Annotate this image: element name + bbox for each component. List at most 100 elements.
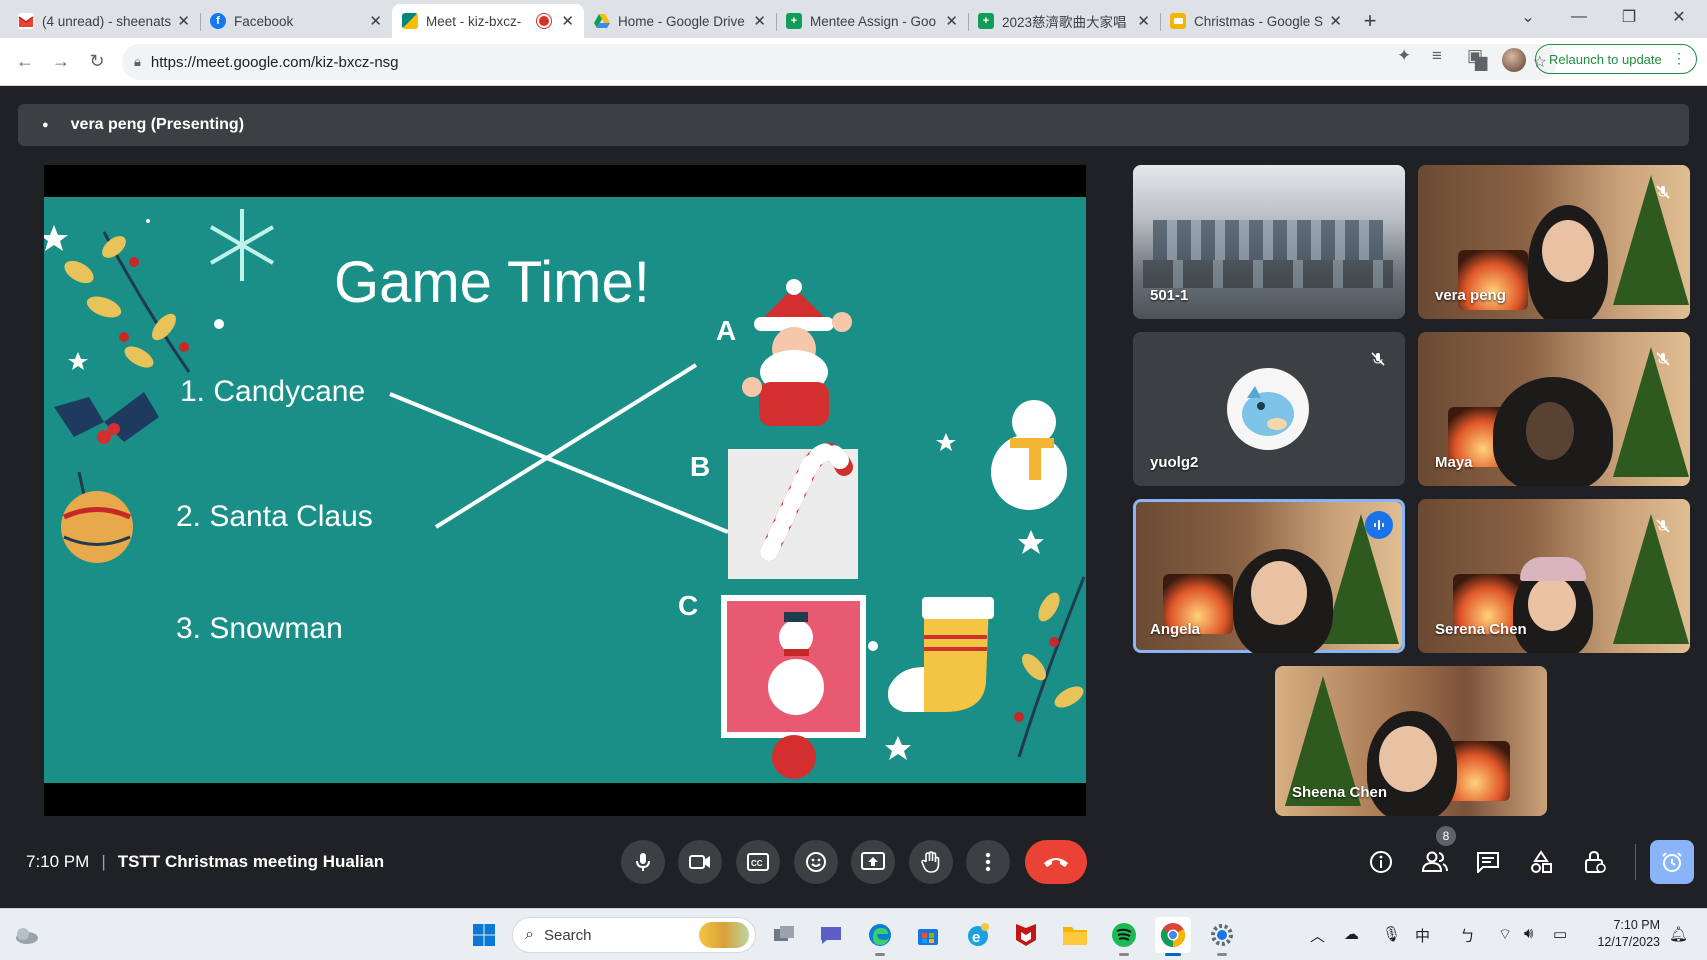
clock-time: 7:10 PM xyxy=(1613,918,1660,932)
file-explorer-icon[interactable] xyxy=(1057,917,1093,953)
settings-icon[interactable] xyxy=(1204,917,1240,956)
chevron-up-icon[interactable]: ︿ xyxy=(1310,925,1325,946)
captions-button[interactable]: CC xyxy=(736,840,780,884)
meet-icon xyxy=(402,13,418,29)
lock-person-icon xyxy=(1585,850,1606,873)
close-icon[interactable]: ✕ xyxy=(1137,12,1150,30)
back-icon[interactable]: ← xyxy=(8,45,42,79)
restore-button[interactable]: ❐ xyxy=(1606,0,1652,34)
microphone-tray-icon[interactable]: 🎙︎ xyxy=(1382,925,1401,943)
participant-name: Sheena Chen xyxy=(1292,784,1388,801)
participant-tile[interactable]: Sheena Chen xyxy=(1275,666,1547,816)
ime-language-indicator[interactable]: 中 xyxy=(1415,925,1430,946)
participant-tile[interactable]: Maya xyxy=(1418,332,1690,486)
spotify-icon[interactable] xyxy=(1106,917,1142,956)
windows-taskbar: ⌕ Search e ︿ ☁ 🎙︎ 中 ㄅ ⌔ 🔊︎ ▭ 7:10 PM 12/… xyxy=(0,908,1707,960)
speaking-indicator-icon xyxy=(1365,511,1393,539)
microsoft-store-icon[interactable] xyxy=(910,917,946,953)
participant-tile[interactable]: 501-1 xyxy=(1133,165,1405,319)
chat-button[interactable] xyxy=(1470,844,1506,880)
reload-icon[interactable]: ↻ xyxy=(80,45,114,79)
participant-tile[interactable]: Angela xyxy=(1133,499,1405,653)
microphone-button[interactable] xyxy=(621,840,665,884)
wifi-icon[interactable]: ⌔ xyxy=(1498,925,1512,944)
close-icon[interactable]: ✕ xyxy=(369,12,382,30)
host-controls-button[interactable] xyxy=(1577,844,1613,880)
tab-title: Christmas - Google S xyxy=(1194,13,1324,29)
santa-claus-icon xyxy=(742,279,852,426)
close-icon[interactable]: ✕ xyxy=(561,12,574,30)
camera-button[interactable] xyxy=(678,840,722,884)
participant-tile[interactable]: vera peng xyxy=(1418,165,1690,319)
battery-icon[interactable]: ▭ xyxy=(1553,925,1567,943)
present-screen-icon xyxy=(861,852,885,870)
people-button[interactable] xyxy=(1417,844,1453,880)
leave-call-button[interactable] xyxy=(1025,840,1087,884)
participant-tile[interactable]: Serena Chen xyxy=(1418,499,1690,653)
mcafee-icon[interactable] xyxy=(1008,917,1044,953)
tab-title: Facebook xyxy=(234,13,294,29)
close-window-button[interactable]: ✕ xyxy=(1656,0,1702,34)
close-icon[interactable]: ✕ xyxy=(177,12,190,30)
meeting-details-button[interactable] xyxy=(1363,844,1399,880)
slide-item-3: 3. Snowman xyxy=(176,612,343,645)
volume-icon[interactable]: 🔊︎ xyxy=(1524,925,1533,942)
new-tab-button[interactable]: + xyxy=(1352,4,1388,38)
people-icon xyxy=(1422,851,1448,872)
mcafee-tray-icon[interactable]: ☁ xyxy=(1344,925,1359,943)
activities-button[interactable] xyxy=(1523,844,1559,880)
profile-avatar[interactable] xyxy=(1502,48,1526,72)
close-icon[interactable]: ✕ xyxy=(945,12,958,30)
side-panel-icon[interactable]: ▣ xyxy=(1467,46,1483,66)
present-button[interactable] xyxy=(851,840,895,884)
ornament-icon xyxy=(61,471,133,563)
hand-icon xyxy=(921,851,940,873)
more-options-button[interactable] xyxy=(966,840,1010,884)
teams-chat-icon[interactable] xyxy=(813,917,849,953)
ornament-icon xyxy=(772,735,816,779)
weather-icon[interactable] xyxy=(8,917,44,953)
internet-explorer-icon[interactable]: e xyxy=(960,917,996,953)
alarm-button[interactable] xyxy=(1650,840,1694,884)
tab-slides[interactable]: Christmas - Google S ✕ xyxy=(1160,4,1352,38)
microphone-off-icon xyxy=(1652,515,1674,537)
chrome-icon[interactable] xyxy=(1155,917,1191,956)
tab-sheets-mentee[interactable]: + Mentee Assign - Goo ✕ xyxy=(776,4,968,38)
emoji-icon xyxy=(806,852,826,872)
sheets-icon: + xyxy=(978,13,994,29)
holly-icon xyxy=(54,392,159,444)
search-icon: ⌕ xyxy=(525,926,534,943)
start-button[interactable] xyxy=(466,917,502,953)
extensions-icon[interactable]: ✦ xyxy=(1397,46,1411,66)
meeting-name: TSTT Christmas meeting Hualian xyxy=(117,852,385,871)
taskbar-search-input[interactable]: ⌕ Search xyxy=(512,917,756,953)
tab-meet[interactable]: Meet - kiz-bxcz- ✕ xyxy=(392,4,584,38)
search-placeholder: Search xyxy=(543,926,592,944)
address-bar[interactable]: 🔒︎ https://meet.google.com/kiz-bxcz-nsg … xyxy=(122,44,1557,80)
reactions-button[interactable] xyxy=(794,840,838,884)
system-clock[interactable]: 7:10 PM 12/17/2023 xyxy=(1590,917,1660,951)
drive-icon xyxy=(594,13,610,29)
slide-letter-c: C xyxy=(678,590,699,621)
slide-item-2: 2. Santa Claus xyxy=(176,500,373,533)
participant-name: 501-1 xyxy=(1150,287,1189,304)
task-view-icon[interactable] xyxy=(766,917,802,953)
edge-icon[interactable] xyxy=(862,917,898,956)
forward-icon[interactable]: → xyxy=(44,45,78,79)
participant-tile[interactable]: yuolg2 xyxy=(1133,332,1405,486)
minimize-button[interactable]: — xyxy=(1556,0,1602,34)
notification-bell-icon[interactable]: 🔔︎ xyxy=(1669,925,1688,943)
tab-facebook[interactable]: f Facebook ✕ xyxy=(200,4,392,38)
relaunch-button[interactable]: Relaunch to update ⋮ xyxy=(1535,44,1697,74)
tab-gmail[interactable]: (4 unread) - sheenats ✕ xyxy=(8,4,200,38)
raise-hand-button[interactable] xyxy=(909,840,953,884)
tab-sheets-songs[interactable]: + 2023慈濟歌曲大家唱 ✕ xyxy=(968,4,1160,38)
ime-mode-indicator[interactable]: ㄅ xyxy=(1460,925,1475,946)
slide-letter-a: A xyxy=(716,315,737,346)
media-icon[interactable]: ≡ xyxy=(1432,46,1442,66)
tab-search-icon[interactable]: ⌄ xyxy=(1505,0,1551,34)
close-icon[interactable]: ✕ xyxy=(1329,12,1342,30)
tab-drive[interactable]: Home - Google Drive ✕ xyxy=(584,4,776,38)
close-icon[interactable]: ✕ xyxy=(753,12,766,30)
tab-strip: (4 unread) - sheenats ✕ f Facebook ✕ Mee… xyxy=(0,0,1707,38)
